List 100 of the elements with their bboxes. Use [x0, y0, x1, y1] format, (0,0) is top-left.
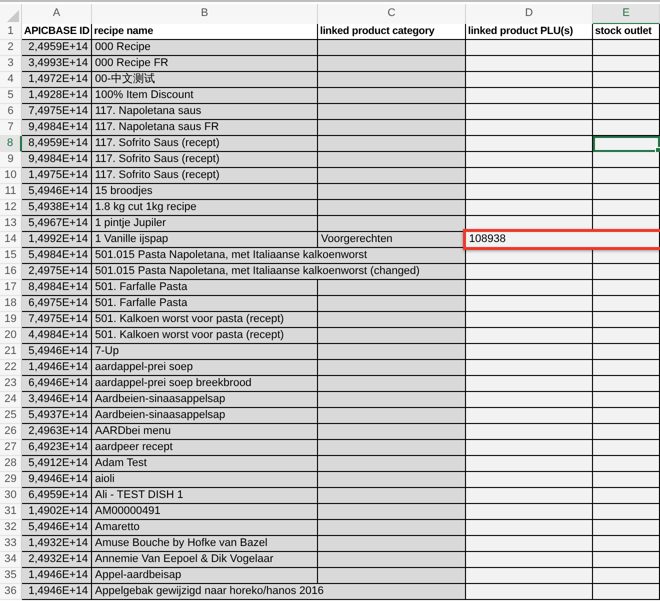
row-number[interactable]: 4 — [0, 72, 22, 88]
table-cell[interactable] — [593, 168, 660, 184]
table-cell[interactable] — [466, 584, 593, 600]
table-cell[interactable] — [593, 184, 660, 200]
row-number[interactable]: 16 — [0, 264, 22, 280]
table-cell[interactable] — [593, 136, 660, 152]
table-cell[interactable] — [593, 536, 660, 552]
table-cell[interactable] — [593, 376, 660, 392]
table-cell[interactable] — [593, 584, 660, 600]
table-cell[interactable] — [318, 168, 466, 184]
table-cell[interactable]: 5,4937E+14 — [22, 408, 92, 424]
table-cell[interactable] — [466, 328, 593, 344]
row-number[interactable]: 2 — [0, 40, 22, 56]
table-cell[interactable] — [593, 152, 660, 168]
table-cell[interactable]: Amaretto — [92, 520, 318, 536]
table-cell[interactable] — [466, 376, 593, 392]
table-cell[interactable] — [318, 120, 466, 136]
table-cell[interactable]: Amuse Bouche by Hofke van Bazel — [92, 536, 318, 552]
table-cell[interactable] — [466, 104, 593, 120]
table-cell[interactable] — [318, 40, 466, 56]
table-cell[interactable]: 2,4963E+14 — [22, 424, 92, 440]
table-cell[interactable] — [593, 72, 660, 88]
table-cell[interactable]: Aardbeien-sinaasappelsap — [92, 392, 318, 408]
table-cell[interactable]: 108938 — [466, 232, 660, 248]
row-number[interactable]: 18 — [0, 296, 22, 312]
table-cell[interactable] — [466, 536, 593, 552]
table-cell[interactable] — [466, 360, 593, 376]
row-number[interactable]: 19 — [0, 312, 22, 328]
table-cell[interactable]: 1,4946E+14 — [22, 584, 92, 600]
table-cell[interactable] — [466, 408, 593, 424]
table-cell[interactable] — [318, 440, 466, 456]
table-cell[interactable]: Appel-aardbeisap — [92, 568, 318, 584]
column-header[interactable]: A — [22, 4, 92, 25]
table-cell[interactable]: 501. Kalkoen worst voor pasta (recept) — [92, 312, 318, 328]
table-cell[interactable] — [466, 424, 593, 440]
table-cell[interactable] — [318, 408, 466, 424]
table-cell[interactable]: 117. Sofrito Saus (recept) — [92, 152, 318, 168]
table-cell[interactable] — [593, 456, 660, 472]
table-cell[interactable]: 6,4975E+14 — [22, 296, 92, 312]
table-cell[interactable]: 1,4902E+14 — [22, 504, 92, 520]
table-cell[interactable] — [318, 152, 466, 168]
table-cell[interactable]: 8,4959E+14 — [22, 136, 92, 152]
table-cell[interactable]: 117. Sofrito Saus (recept) — [92, 168, 318, 184]
table-cell[interactable] — [318, 520, 466, 536]
table-cell[interactable] — [318, 456, 466, 472]
row-number[interactable]: 26 — [0, 424, 22, 440]
table-cell[interactable] — [593, 280, 660, 296]
table-cell[interactable]: 1,4946E+14 — [22, 360, 92, 376]
row-number[interactable]: 27 — [0, 440, 22, 456]
table-cell[interactable]: 5,4946E+14 — [22, 344, 92, 360]
table-cell[interactable] — [466, 184, 593, 200]
row-number[interactable]: 8 — [0, 136, 22, 152]
table-cell[interactable]: Aardbeien-sinaasappelsap — [92, 408, 318, 424]
table-cell[interactable] — [593, 296, 660, 312]
table-cell[interactable]: 1,4946E+14 — [22, 568, 92, 584]
table-cell[interactable] — [593, 360, 660, 376]
table-cell[interactable]: 7,4975E+14 — [22, 312, 92, 328]
table-cell[interactable] — [593, 200, 660, 216]
row-number[interactable]: 34 — [0, 552, 22, 568]
table-cell[interactable]: Ali - TEST DISH 1 — [92, 488, 318, 504]
table-cell[interactable] — [318, 552, 466, 568]
table-cell[interactable]: aioli — [92, 472, 318, 488]
table-cell[interactable] — [593, 440, 660, 456]
row-number[interactable]: 14 — [0, 232, 22, 248]
row-number[interactable]: 17 — [0, 280, 22, 296]
column-header[interactable]: B — [92, 4, 318, 25]
row-number[interactable]: 20 — [0, 328, 22, 344]
row-number[interactable]: 10 — [0, 168, 22, 184]
row-number[interactable]: 23 — [0, 376, 22, 392]
table-cell[interactable]: aardpeer recept — [92, 440, 318, 456]
row-number[interactable]: 1 — [0, 24, 22, 40]
table-cell[interactable]: 5,4984E+14 — [22, 248, 92, 264]
row-number[interactable]: 21 — [0, 344, 22, 360]
table-cell[interactable] — [466, 568, 593, 584]
column-title[interactable]: stock outlet — [593, 24, 660, 40]
table-cell[interactable]: 9,4984E+14 — [22, 120, 92, 136]
table-cell[interactable] — [466, 552, 593, 568]
table-cell[interactable]: 501. Farfalle Pasta — [92, 280, 318, 296]
table-cell[interactable]: 00-中文测试 — [92, 72, 318, 88]
table-cell[interactable]: 9,4946E+14 — [22, 472, 92, 488]
row-number[interactable]: 7 — [0, 120, 22, 136]
table-cell[interactable] — [593, 472, 660, 488]
table-cell[interactable] — [466, 296, 593, 312]
table-cell[interactable]: 501.015 Pasta Napoletana, met Italiaanse kalkoenworst — [92, 248, 466, 264]
table-cell[interactable]: 117. Sofrito Saus (recept) — [92, 136, 318, 152]
table-cell[interactable] — [466, 72, 593, 88]
table-cell[interactable] — [318, 136, 466, 152]
table-cell[interactable]: 6,4946E+14 — [22, 376, 92, 392]
table-cell[interactable] — [318, 88, 466, 104]
table-cell[interactable] — [466, 488, 593, 504]
table-cell[interactable]: 7-Up — [92, 344, 318, 360]
table-cell[interactable]: 1,4992E+14 — [22, 232, 92, 248]
table-cell[interactable] — [466, 472, 593, 488]
table-cell[interactable]: 15 broodjes — [92, 184, 318, 200]
table-cell[interactable] — [466, 200, 593, 216]
table-cell[interactable]: 1.8 kg cut 1kg recipe — [92, 200, 318, 216]
table-cell[interactable] — [593, 40, 660, 56]
table-cell[interactable]: 1,4975E+14 — [22, 168, 92, 184]
table-cell[interactable]: 1 pintje Jupiler — [92, 216, 318, 232]
row-number[interactable]: 9 — [0, 152, 22, 168]
